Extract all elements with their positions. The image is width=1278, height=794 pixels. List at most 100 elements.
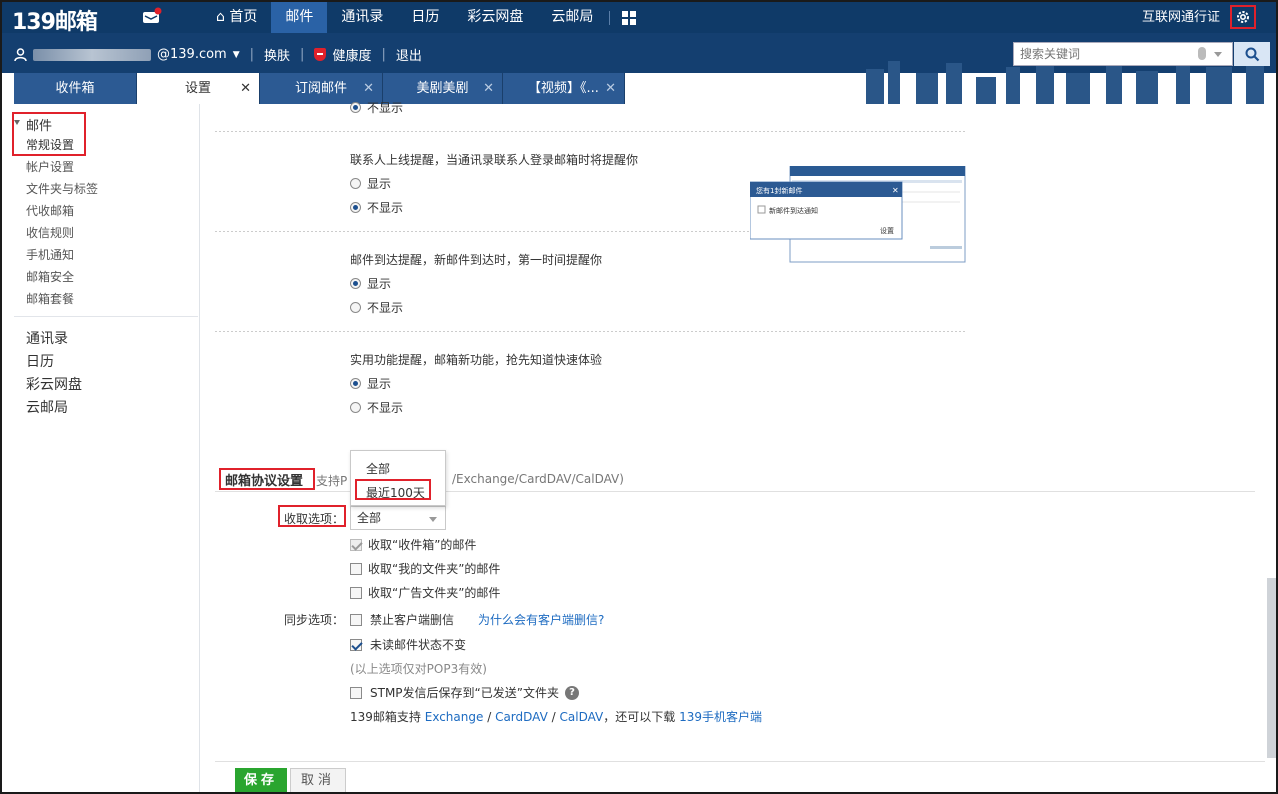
protocol-section-title: 邮箱协议设置 [225,474,304,489]
radio-button[interactable] [350,178,361,189]
sidebar-app-cloud-post[interactable]: 云邮局 [26,397,68,417]
nav-home[interactable]: ⌂ 首页 [202,2,271,33]
main-nav: ⌂ 首页 邮件 通讯录 日历 彩云网盘 云邮局 [202,2,637,33]
checkbox[interactable] [350,562,362,575]
mail-arrival-hide[interactable]: 不显示 [350,299,403,316]
caldav-link[interactable]: CalDAV [560,710,604,724]
radio-button[interactable] [350,202,361,213]
user-info: @139.com ▼ | 换肤 | 健康度 | 退出 [14,45,422,64]
radio-hide-partial[interactable]: 不显示 [350,99,403,116]
tab-video[interactable]: 【视频】《... ✕ [503,73,625,104]
health-link[interactable]: 健康度 [332,45,371,64]
sidebar-item-folders[interactable]: 文件夹与标签 [26,180,98,197]
user-icon [14,47,27,61]
protocol-subtitle-prefix: 支持P [316,474,348,488]
fetch-my-folders-checkbox[interactable]: 收取“我的文件夹”的邮件 [350,560,500,577]
nav-calendar[interactable]: 日历 [397,2,453,33]
scrollbar[interactable] [1267,578,1276,758]
fetch-inbox-checkbox[interactable]: 收取“收件箱”的邮件 [350,536,476,553]
search-input[interactable] [1014,43,1194,65]
divider [215,331,965,332]
keep-unread-checkbox[interactable]: 未读邮件状态不变 [350,636,466,653]
account-dropdown-icon[interactable]: ▼ [233,50,240,60]
sync-options-label: 同步选项： [284,613,345,627]
sidebar-app-calendar[interactable]: 日历 [26,351,54,371]
exchange-link[interactable]: Exchange [425,710,484,724]
nav-contacts[interactable]: 通讯录 [327,2,397,33]
feature-tips-hide[interactable]: 不显示 [350,399,403,416]
nav-cloud-drive[interactable]: 彩云网盘 [453,2,537,33]
radio-button[interactable] [350,102,361,113]
fetch-ad-folder-checkbox[interactable]: 收取“广告文件夹”的邮件 [350,584,500,601]
app-window: 139邮箱 ⌂ 首页 邮件 通讯录 日历 彩云网盘 云邮局 互联网通行证 @13… [0,0,1278,794]
microphone-icon[interactable] [1198,47,1206,60]
mobile-client-link[interactable]: 139手机客户端 [679,710,762,724]
notification-preview-image: 您有1封新邮件 ✕ 新邮件到达通知 设置 [750,166,966,263]
close-icon[interactable]: ✕ [240,73,251,104]
sidebar-group-mail[interactable]: 邮件 [26,115,52,134]
help-icon[interactable]: ? [564,685,579,700]
sidebar-item-package[interactable]: 邮箱套餐 [26,290,74,307]
sidebar-item-security[interactable]: 邮箱安全 [26,268,74,285]
logout-link[interactable]: 退出 [396,45,422,64]
home-icon: ⌂ [216,9,225,25]
fetch-options-menu: 全部 最近100天 [350,450,446,506]
why-client-delete-link[interactable]: 为什么会有客户端删信? [478,611,604,628]
menu-item-all[interactable]: 全部 [366,460,390,477]
save-button[interactable]: 保存 [235,768,287,792]
mail-arrival-show[interactable]: 显示 [350,275,391,292]
contact-online-show[interactable]: 显示 [350,175,391,192]
search-button[interactable] [1234,42,1270,66]
sidebar-app-cloud-drive[interactable]: 彩云网盘 [26,374,82,394]
sidebar-app-contacts[interactable]: 通讯录 [26,328,68,348]
change-skin-link[interactable]: 换肤 [264,45,290,64]
settings-gear-button[interactable] [1230,5,1256,29]
menu-item-last-100-days[interactable]: 最近100天 [366,484,425,501]
close-icon[interactable]: ✕ [483,73,494,104]
radio-button[interactable] [350,278,361,289]
checkbox[interactable] [350,613,362,626]
search-dropdown-icon[interactable] [1214,52,1222,57]
forbid-client-delete-checkbox[interactable]: 禁止客户端删信 为什么会有客户端删信? [350,611,604,628]
tab-inbox[interactable]: 收件箱 [14,73,137,104]
sidebar-divider [14,316,198,317]
nav-cloud-post[interactable]: 云邮局 [537,2,607,33]
contact-online-hide[interactable]: 不显示 [350,199,403,216]
sidebar-item-collect[interactable]: 代收邮箱 [26,202,74,219]
cancel-button[interactable]: 取消 [290,768,346,792]
close-icon[interactable]: ✕ [605,73,616,104]
checkbox[interactable] [350,586,362,599]
sidebar-item-rules[interactable]: 收信规则 [26,224,74,241]
checkbox[interactable] [350,538,362,551]
apps-grid-icon[interactable] [622,10,637,25]
user-email-domain[interactable]: @139.com [157,47,227,62]
gear-icon [1237,11,1249,23]
smtp-save-sent-checkbox[interactable]: STMP发信后保存到“已发送”文件夹 ? [350,684,579,701]
checkbox[interactable] [350,686,362,699]
top-nav-bar: 139邮箱 ⌂ 首页 邮件 通讯录 日历 彩云网盘 云邮局 互联网通行证 [2,2,1276,36]
footer-divider [215,761,1265,762]
checkbox[interactable] [350,638,362,651]
radio-button[interactable] [350,402,361,413]
sidebar-item-general[interactable]: 常规设置 [26,136,74,153]
collapse-arrow-icon[interactable] [14,120,20,125]
search-box [1013,42,1233,66]
divider [215,131,965,132]
radio-button[interactable] [350,302,361,313]
feature-tips-show[interactable]: 显示 [350,375,391,392]
passport-link[interactable]: 互联网通行证 [1142,2,1220,33]
nav-mail[interactable]: 邮件 [271,2,328,33]
pop3-note: (以上选项仅对POP3有效) [350,662,487,676]
mail-notify-icon[interactable] [142,7,162,25]
fetch-options-select[interactable]: 全部 [350,506,446,530]
carddav-link[interactable]: CardDAV [495,710,548,724]
protocol-subtitle-suffix: /Exchange/CardDAV/CalDAV) [452,472,624,486]
tab-settings[interactable]: 设置 ✕ [137,73,260,104]
radio-button[interactable] [350,378,361,389]
masked-username [33,48,151,61]
sidebar-item-account[interactable]: 帐户设置 [26,158,74,175]
settings-main: 不显示 联系人上线提醒，当通讯录联系人登录邮箱时将提醒你 显示 不显示 您有1封… [215,101,1265,792]
app-logo[interactable]: 139邮箱 [12,4,98,36]
sidebar-item-mobile[interactable]: 手机通知 [26,246,74,263]
preview-popup-title: 您有1封新邮件 [756,186,802,195]
